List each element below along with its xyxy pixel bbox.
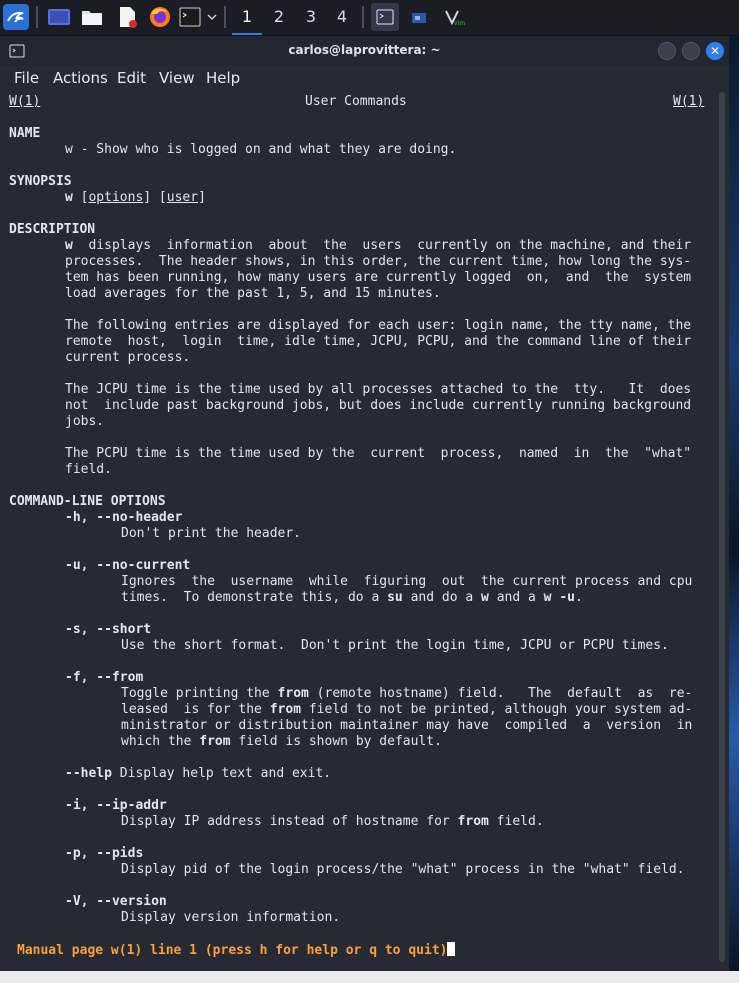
menu-help[interactable]: Help <box>206 69 240 87</box>
name-line: w - Show who is logged on and what they … <box>65 142 457 157</box>
menu-edit[interactable]: Edit <box>117 69 146 87</box>
option-description: times. To demonstrate this, do a su and … <box>121 590 583 605</box>
option-description: Display pid of the login process/the "wh… <box>121 862 685 877</box>
option-flag: -i, --ip-addr <box>65 798 167 813</box>
section-heading-synopsis: SYNOPSIS <box>9 174 72 189</box>
description-line: field. <box>65 462 112 477</box>
option-description: Display version information. <box>121 910 341 925</box>
taskbar-terminal-icon[interactable] <box>371 3 399 31</box>
description-line: processes. The header shows, in this ord… <box>65 254 692 269</box>
description-line: tem has been running, how many users are… <box>65 270 692 285</box>
scrollbar[interactable] <box>719 92 725 962</box>
menu-bar: File Actions Edit View Help <box>0 66 729 90</box>
workspace-3[interactable]: 3 <box>296 0 326 33</box>
option-description: leased is for the from field to not be p… <box>121 702 693 717</box>
option-flag: -h, --no-header <box>65 510 183 525</box>
workspace-4[interactable]: 4 <box>327 0 357 33</box>
option-description: ministrator or distribution maintainer m… <box>121 718 693 733</box>
title-bar[interactable]: carlos@laprovittera: ~ ✕ <box>0 36 729 66</box>
man-header-left: W(1) <box>9 94 41 109</box>
menu-file[interactable]: File <box>14 69 39 87</box>
text-cursor <box>447 942 456 956</box>
chevron-down-icon[interactable] <box>205 4 219 30</box>
option-description: Use the short format. Don't print the lo… <box>121 638 669 653</box>
minimize-button[interactable] <box>658 42 676 60</box>
option-flag: -f, --from <box>65 670 144 685</box>
svg-text:vim: vim <box>454 20 465 27</box>
bottom-bar <box>0 971 739 983</box>
maximize-button[interactable] <box>682 42 700 60</box>
workspace-2[interactable]: 2 <box>264 0 294 33</box>
description-line: jobs. <box>65 414 105 429</box>
description-line: The following entries are displayed for … <box>65 318 692 333</box>
synopsis-line: w [options] [user] <box>65 190 206 205</box>
top-panel: 1 2 3 4 vim <box>0 0 739 36</box>
option-flag: --help <box>65 766 112 781</box>
kali-menu-icon[interactable] <box>3 4 29 30</box>
firefox-icon[interactable] <box>147 4 173 30</box>
description-line: current process. <box>65 350 191 365</box>
taskbar-vim-icon[interactable]: vim <box>439 4 465 30</box>
text-editor-icon[interactable] <box>114 4 140 30</box>
workspace-1[interactable]: 1 <box>232 0 262 35</box>
menu-view[interactable]: View <box>159 69 195 87</box>
option-help-line: --help Display help text and exit. <box>65 766 331 782</box>
terminal-launcher-icon[interactable] <box>178 4 204 30</box>
option-flag: -V, --version <box>65 894 167 909</box>
description-line: remote host, login time, idle time, JCPU… <box>65 334 692 349</box>
option-flag: -s, --short <box>65 622 152 637</box>
section-heading-options: COMMAND-LINE OPTIONS <box>9 494 166 509</box>
close-button[interactable]: ✕ <box>706 42 724 60</box>
pager-status-line[interactable]: Manual page w(1) line 1 (press h for hel… <box>17 942 456 958</box>
option-flag: -u, --no-current <box>65 558 191 573</box>
section-heading-name: NAME <box>9 126 41 141</box>
description-line: load averages for the past 1, 5, and 15 … <box>65 286 441 301</box>
menu-actions[interactable]: Actions <box>53 69 108 87</box>
description-line: not include past background jobs, but do… <box>65 398 692 413</box>
option-description: Toggle printing the from (remote hostnam… <box>121 686 693 701</box>
man-header-right: W(1) <box>673 94 705 109</box>
option-flag: -p, --pids <box>65 846 144 861</box>
man-header-center: User Commands <box>305 94 407 109</box>
option-description: Ignores the username while figuring out … <box>121 574 693 589</box>
description-line: The PCPU time is the time used by the cu… <box>65 446 692 461</box>
terminal-window: carlos@laprovittera: ~ ✕ File Actions Ed… <box>0 36 729 971</box>
window-title: carlos@laprovittera: ~ <box>288 43 441 57</box>
option-description: Display help text and exit. <box>119 766 332 781</box>
section-heading-description: DESCRIPTION <box>9 222 96 237</box>
description-line: w displays information about the users c… <box>65 238 692 253</box>
option-description: Display IP address instead of hostname f… <box>121 814 544 829</box>
taskbar-folder-icon[interactable] <box>406 4 432 30</box>
description-line: The JCPU time is the time used by all pr… <box>65 382 692 397</box>
show-desktop-icon[interactable] <box>46 4 72 30</box>
file-manager-icon[interactable] <box>79 4 105 30</box>
option-description: which the from field is shown by default… <box>121 734 442 749</box>
option-description: Don't print the header. <box>121 526 302 541</box>
